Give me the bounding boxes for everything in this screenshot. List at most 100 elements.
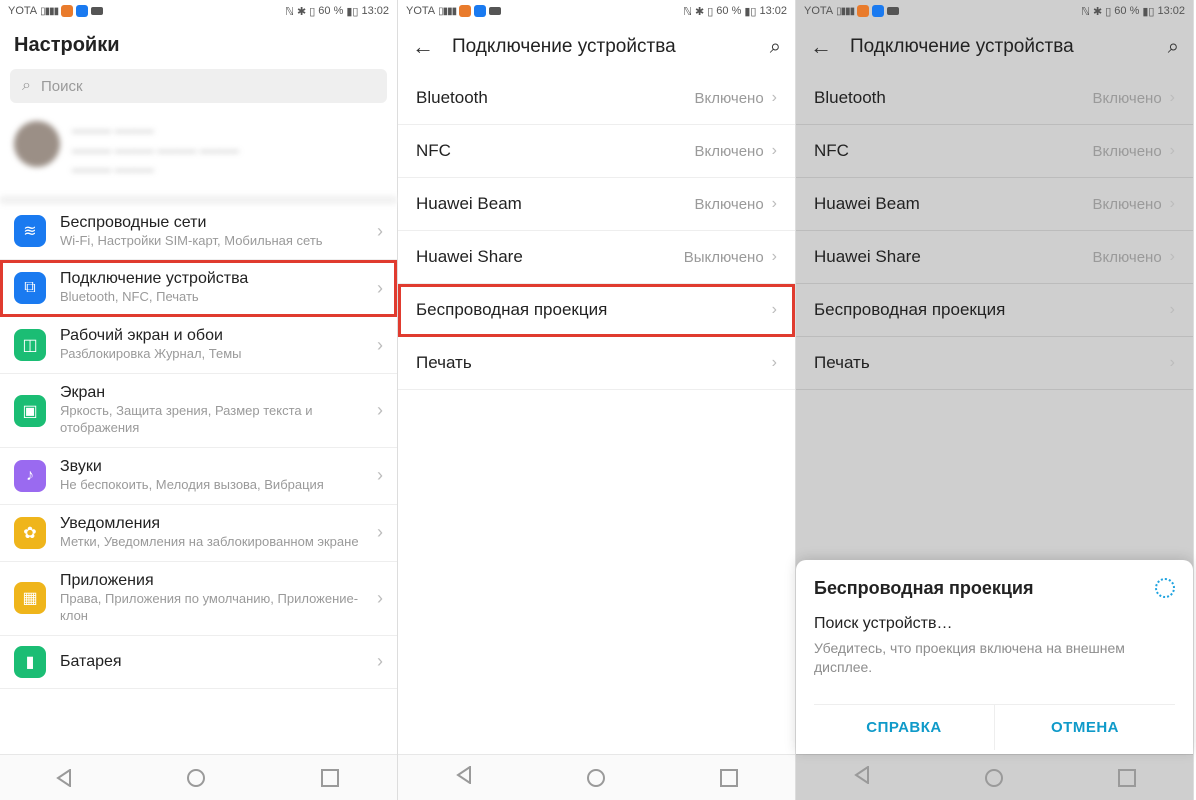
chevron-right-icon: › <box>772 248 777 266</box>
row-label: Беспроводная проекция <box>814 300 1170 320</box>
carrier-label: YOTA <box>804 5 833 17</box>
chevron-right-icon: › <box>377 335 383 356</box>
carrier-label: YOTA <box>406 5 435 17</box>
settings-item-0[interactable]: ≋ Беспроводные сетиWi-Fi, Настройки SIM-к… <box>0 204 397 261</box>
status-badge-blue <box>474 5 486 17</box>
row-huawei-beam[interactable]: Huawei BeamВключено› <box>796 178 1193 231</box>
chevron-right-icon: › <box>772 354 777 372</box>
settings-item-2[interactable]: ◫Рабочий экран и обоиРазблокировка Журна… <box>0 317 397 374</box>
camera-icon <box>489 7 501 15</box>
vibrate-icon: ▯ <box>309 5 315 18</box>
status-badge-blue <box>76 5 88 17</box>
row-label: Bluetooth <box>814 88 1092 108</box>
chevron-right-icon: › <box>1170 354 1175 372</box>
search-button[interactable]: ⌕ <box>1168 36 1179 59</box>
bt-icon: ✱ <box>695 5 704 18</box>
chevron-right-icon: › <box>377 522 383 543</box>
chevron-right-icon: › <box>772 142 777 160</box>
nav-recent[interactable] <box>321 769 339 787</box>
avatar <box>14 121 60 167</box>
chevron-right-icon: › <box>377 465 383 486</box>
chevron-right-icon: › <box>1170 248 1175 266</box>
item-subtitle: Разблокировка Журнал, Темы <box>60 346 377 363</box>
sheet-title: Беспроводная проекция <box>814 578 1155 599</box>
screen-device-connection: YOTA ▯▮▮▮ ℕ ✱ ▯ 60 % ▮▯ 13:02 ← Подключе… <box>398 0 796 800</box>
help-button[interactable]: СПРАВКА <box>814 705 995 750</box>
nav-recent[interactable] <box>720 769 738 787</box>
nav-home[interactable] <box>187 769 205 787</box>
settings-item-6[interactable]: ▦ПриложенияПрава, Приложения по умолчани… <box>0 562 397 636</box>
item-icon: ▣ <box>14 395 46 427</box>
nav-bar <box>0 754 397 800</box>
item-subtitle: Wi-Fi, Настройки SIM-карт, Мобильная сет… <box>60 233 377 250</box>
status-badge-orange <box>857 5 869 17</box>
nav-back[interactable] <box>854 766 870 789</box>
row-bluetooth[interactable]: BluetoothВключено› <box>398 72 795 125</box>
nav-back[interactable] <box>58 769 72 787</box>
row-label: Bluetooth <box>416 88 694 108</box>
row-печать[interactable]: Печать› <box>796 337 1193 390</box>
settings-list: ≋ Беспроводные сетиWi-Fi, Настройки SIM-к… <box>0 204 397 755</box>
row-беспроводная-проекция[interactable]: Беспроводная проекция› <box>796 284 1193 337</box>
carrier-label: YOTA <box>8 5 37 17</box>
chevron-right-icon: › <box>377 221 383 242</box>
signal-icon: ▯▮▮▮ <box>40 6 58 17</box>
search-button[interactable]: ⌕ <box>770 36 781 59</box>
row-label: Huawei Beam <box>814 194 1092 214</box>
row-huawei-share[interactable]: Huawei ShareВключено› <box>796 231 1193 284</box>
clock: 13:02 <box>361 5 389 17</box>
row-label: Huawei Share <box>416 247 684 267</box>
search-icon: ⌕ <box>22 77 31 95</box>
profile-text: ——— —————— ——— ——— —————— ——— <box>72 121 239 180</box>
item-subtitle: Метки, Уведомления на заблокированном эк… <box>60 534 377 551</box>
wireless-projection-sheet: Беспроводная проекция Поиск устройств… У… <box>796 560 1193 754</box>
nav-bar <box>398 754 795 800</box>
row-value: Включено <box>1092 90 1161 107</box>
settings-item-5[interactable]: ✿УведомленияМетки, Уведомления на заблок… <box>0 505 397 562</box>
row-value: Включено <box>694 143 763 160</box>
vibrate-icon: ▯ <box>1105 5 1111 18</box>
screen-device-connection-modal: YOTA ▯▮▮▮ ℕ ✱ ▯ 60 % ▮▯ 13:02 ← Подключе… <box>796 0 1194 800</box>
row-nfc[interactable]: NFCВключено› <box>796 125 1193 178</box>
item-subtitle: Права, Приложения по умолчанию, Приложен… <box>60 591 377 625</box>
item-subtitle: Bluetooth, NFC, Печать <box>60 289 377 306</box>
row-value: Включено <box>1092 196 1161 213</box>
back-button[interactable]: ← <box>412 34 434 60</box>
search-input[interactable]: ⌕ Поиск <box>10 69 387 103</box>
row-huawei-share[interactable]: Huawei ShareВыключено› <box>398 231 795 284</box>
item-title: Экран <box>60 384 377 402</box>
cancel-button[interactable]: ОТМЕНА <box>995 705 1175 750</box>
row-nfc[interactable]: NFCВключено› <box>398 125 795 178</box>
row-беспроводная-проекция[interactable]: Беспроводная проекция› <box>398 284 795 337</box>
vibrate-icon: ▯ <box>707 5 713 18</box>
row-печать[interactable]: Печать› <box>398 337 795 390</box>
item-icon: ≋ <box>14 215 46 247</box>
item-title: Рабочий экран и обои <box>60 327 377 345</box>
settings-item-4[interactable]: ♪ЗвукиНе беспокоить, Мелодия вызова, Виб… <box>0 448 397 505</box>
profile-card[interactable]: ——— —————— ——— ——— —————— ——— <box>0 111 397 204</box>
settings-item-3[interactable]: ▣ЭкранЯркость, Защита зрения, Размер тек… <box>0 374 397 448</box>
row-value: Включено <box>1092 249 1161 266</box>
battery-icon: ▮▯ <box>1142 5 1154 18</box>
nav-home[interactable] <box>587 769 605 787</box>
status-bar: YOTA ▯▮▮▮ ℕ ✱ ▯ 60 % ▮▯ 13:02 <box>398 0 795 22</box>
row-bluetooth[interactable]: BluetoothВключено› <box>796 72 1193 125</box>
settings-item-7[interactable]: ▮Батарея› <box>0 636 397 689</box>
settings-item-1[interactable]: ⧉Подключение устройстваBluetooth, NFC, П… <box>0 260 397 317</box>
signal-icon: ▯▮▮▮ <box>438 6 456 17</box>
chevron-right-icon: › <box>377 400 383 421</box>
row-huawei-beam[interactable]: Huawei BeamВключено› <box>398 178 795 231</box>
item-title: Беспроводные сети <box>60 214 377 232</box>
back-button[interactable]: ← <box>810 34 832 60</box>
item-icon: ✿ <box>14 517 46 549</box>
connection-list: BluetoothВключено›NFCВключено›Huawei Bea… <box>398 72 795 413</box>
nav-home[interactable] <box>985 769 1003 787</box>
nfc-icon: ℕ <box>285 5 294 18</box>
item-title: Батарея <box>60 653 377 671</box>
status-badge-orange <box>459 5 471 17</box>
nav-recent[interactable] <box>1118 769 1136 787</box>
chevron-right-icon: › <box>772 195 777 213</box>
nav-back[interactable] <box>456 766 472 789</box>
nfc-icon: ℕ <box>1081 5 1090 18</box>
loading-spinner-icon <box>1155 578 1175 598</box>
